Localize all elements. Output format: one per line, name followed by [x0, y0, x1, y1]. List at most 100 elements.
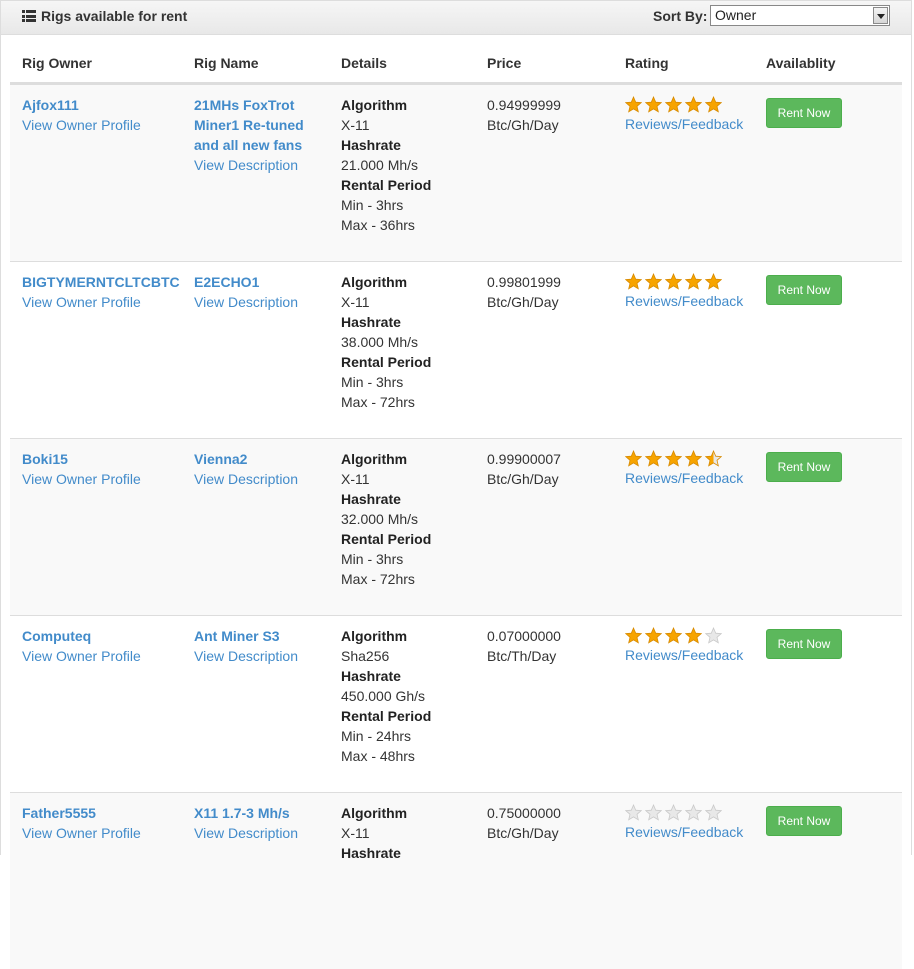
reviews-feedback-link[interactable]: Reviews/Feedback [625, 468, 743, 488]
price-cell: 0.99900007 Btc/Gh/Day [487, 449, 561, 489]
star-icon [625, 450, 642, 467]
rental-min-value: Min - 3hrs [341, 197, 404, 213]
rig-owner-cell: Computeq View Owner Profile [22, 626, 141, 666]
algorithm-label: Algorithm [341, 805, 408, 821]
rent-now-button[interactable]: Rent Now [766, 806, 842, 836]
star-icon [625, 273, 642, 290]
column-header-availability: Availablity [766, 55, 836, 71]
owner-name-link[interactable]: Boki15 [22, 449, 141, 469]
rig-name-link[interactable]: E2ECHO1 [194, 272, 298, 292]
table-body: Ajfox111 View Owner Profile 21MHs FoxTrot M… [10, 84, 902, 969]
price-value: 0.99801999 [487, 274, 561, 290]
rating-stars [625, 272, 743, 291]
sort-select[interactable]: Owner [710, 5, 890, 26]
algorithm-label: Algorithm [341, 97, 408, 113]
price-unit: Btc/Gh/Day [487, 294, 559, 310]
rental-min-value: Min - 24hrs [341, 728, 412, 744]
algorithm-value: X-11 [341, 471, 370, 487]
algorithm-label: Algorithm [341, 628, 408, 644]
chevron-down-icon[interactable] [873, 7, 888, 24]
reviews-feedback-link[interactable]: Reviews/Feedback [625, 645, 743, 665]
star-icon [685, 96, 702, 113]
hashrate-value: 32.000 Mh/s [341, 511, 419, 527]
view-description-link[interactable]: View Description [194, 823, 298, 843]
price-unit: Btc/Gh/Day [487, 825, 559, 841]
owner-name-link[interactable]: Father5555 [22, 803, 141, 823]
rental-period-label: Rental Period [341, 708, 432, 724]
view-description-link[interactable]: View Description [194, 469, 298, 489]
hashrate-value: 38.000 Mh/s [341, 334, 419, 350]
view-owner-profile-link[interactable]: View Owner Profile [22, 646, 141, 666]
column-header-rig-name: Rig Name [194, 55, 259, 71]
rig-name-link[interactable]: Miner1 Re-tuned [194, 115, 304, 135]
owner-name-link[interactable]: BIGTYMERNTCLTCBTC [22, 272, 180, 292]
table-row: BIGTYMERNTCLTCBTC View Owner Profile E2ECH… [10, 261, 902, 438]
rating-cell: Reviews/Feedback [625, 272, 743, 311]
algorithm-value: X-11 [341, 117, 370, 133]
hashrate-label: Hashrate [341, 137, 401, 153]
rig-name-link[interactable]: 21MHs FoxTrot [194, 95, 304, 115]
star-icon [665, 273, 682, 290]
rent-now-button[interactable]: Rent Now [766, 275, 842, 305]
rent-now-button[interactable]: Rent Now [766, 629, 842, 659]
rental-period-label: Rental Period [341, 354, 432, 370]
price-cell: 0.07000000 Btc/Th/Day [487, 626, 561, 666]
price-unit: Btc/Gh/Day [487, 117, 559, 133]
hashrate-value: 21.000 Mh/s [341, 157, 419, 173]
star-icon [705, 450, 722, 467]
column-header-rig-owner: Rig Owner [22, 55, 93, 71]
price-value: 0.07000000 [487, 628, 561, 644]
owner-name-link[interactable]: Computeq [22, 626, 141, 646]
star-icon [685, 450, 702, 467]
rig-name-link[interactable]: Ant Miner S3 [194, 626, 298, 646]
rating-stars [625, 803, 743, 822]
rent-now-button[interactable]: Rent Now [766, 452, 842, 482]
column-header-rating: Rating [625, 55, 669, 71]
table-row: Boki15 View Owner Profile Vienna2 View Desc… [10, 438, 902, 615]
sort-select-value: Owner [715, 7, 757, 23]
rating-cell: Reviews/Feedback [625, 95, 743, 134]
column-header-details: Details [341, 55, 387, 71]
star-icon [665, 96, 682, 113]
reviews-feedback-link[interactable]: Reviews/Feedback [625, 291, 743, 311]
star-icon [685, 804, 702, 821]
star-icon [705, 627, 722, 644]
owner-name-link[interactable]: Ajfox111 [22, 95, 141, 115]
star-icon [705, 96, 722, 113]
star-icon [625, 627, 642, 644]
rating-cell: Reviews/Feedback [625, 626, 743, 665]
price-cell: 0.75000000 Btc/Gh/Day [487, 803, 561, 843]
price-unit: Btc/Th/Day [487, 648, 557, 664]
algorithm-label: Algorithm [341, 274, 408, 290]
hashrate-label: Hashrate [341, 491, 401, 507]
view-description-link[interactable]: View Description [194, 292, 298, 312]
algorithm-value: Sha256 [341, 648, 390, 664]
rental-min-value: Min - 3hrs [341, 374, 404, 390]
view-owner-profile-link[interactable]: View Owner Profile [22, 292, 180, 312]
rig-name-cell: 21MHs FoxTrot Miner1 Re-tuned and all new … [194, 95, 304, 175]
star-icon [625, 96, 642, 113]
hashrate-label: Hashrate [341, 314, 401, 330]
rig-name-link[interactable]: and all new fans [194, 135, 304, 155]
view-owner-profile-link[interactable]: View Owner Profile [22, 469, 141, 489]
view-description-link[interactable]: View Description [194, 646, 298, 666]
reviews-feedback-link[interactable]: Reviews/Feedback [625, 822, 743, 842]
table-header: Rig Owner Rig Name Details Price Rating … [10, 38, 902, 84]
star-icon [665, 450, 682, 467]
star-icon [665, 627, 682, 644]
rig-name-link[interactable]: X11 1.7-3 Mh/s [194, 803, 298, 823]
view-owner-profile-link[interactable]: View Owner Profile [22, 823, 141, 843]
algorithm-value: X-11 [341, 825, 370, 841]
rig-name-cell: Ant Miner S3 View Description [194, 626, 298, 666]
rig-name-link[interactable]: Vienna2 [194, 449, 298, 469]
rent-now-button[interactable]: Rent Now [766, 98, 842, 128]
view-owner-profile-link[interactable]: View Owner Profile [22, 115, 141, 135]
reviews-feedback-link[interactable]: Reviews/Feedback [625, 114, 743, 134]
algorithm-value: X-11 [341, 294, 370, 310]
view-description-link[interactable]: View Description [194, 155, 304, 175]
star-icon [665, 804, 682, 821]
rating-cell: Reviews/Feedback [625, 449, 743, 488]
price-value: 0.99900007 [487, 451, 561, 467]
rental-period-label: Rental Period [341, 531, 432, 547]
rental-min-value: Min - 3hrs [341, 551, 404, 567]
